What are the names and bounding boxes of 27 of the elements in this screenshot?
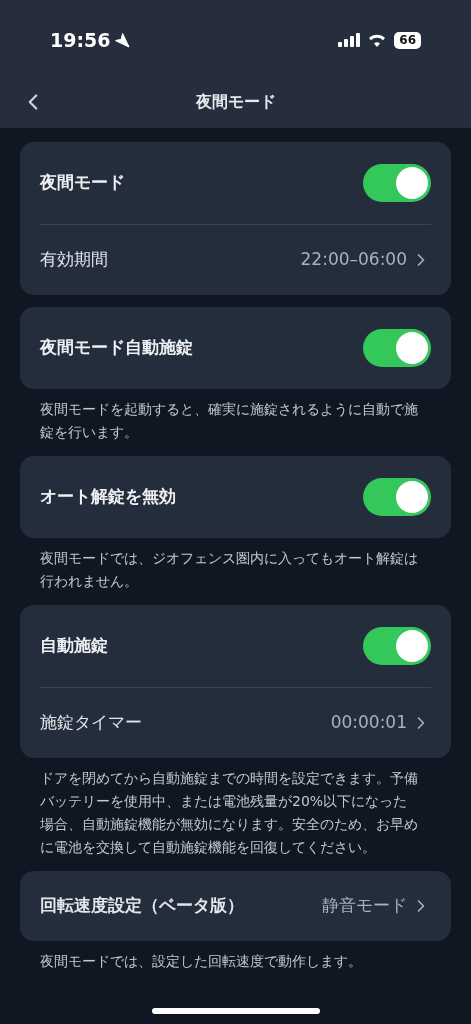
signal-icon (338, 33, 361, 47)
setting-row[interactable]: 回転速度設定（ベータ版） 静音モード (20, 871, 451, 941)
setting-label: 夜間モード (40, 171, 125, 195)
setting-label: オート解錠を無効 (40, 485, 176, 509)
setting-row[interactable]: 施錠タイマー 00:00:01 (20, 688, 451, 758)
toggle-switch[interactable] (363, 478, 431, 516)
toggle-switch[interactable] (363, 627, 431, 665)
setting-row[interactable]: 有効期間 22:00–06:00 (20, 225, 451, 295)
battery-indicator: 66 (394, 31, 421, 49)
setting-description: ドアを閉めてから自動施錠までの時間を設定できます。予備バッテリーを使用中、または電池残量が20%以下になった場合、自動施錠機能が無効になります。安全のため、お早めに電池を交換して自動施錠機能を回復してください。 (39, 769, 419, 857)
setting-value: 22:00–06:00 (300, 248, 407, 272)
location-icon (114, 32, 131, 48)
setting-description: 夜間モードでは、ジオフェンス圏内に入ってもオート解錠は行われません。 (39, 549, 419, 591)
setting-label: 回転速度設定（ベータ版） (40, 894, 244, 918)
toggle-switch[interactable] (363, 329, 431, 367)
setting-label: 施錠タイマー (40, 711, 142, 735)
wifi-icon (368, 33, 387, 47)
page-title: 夜間モード (195, 91, 276, 113)
setting-value: 静音モード (322, 894, 407, 918)
status-time: 19:56 (50, 27, 111, 53)
setting-value: 00:00:01 (330, 711, 407, 735)
setting-description: 夜間モードを起動すると、確実に施錠されるように自動で施錠を行います。 (39, 400, 419, 442)
toggle-switch[interactable] (363, 164, 431, 202)
setting-label: 有効期間 (40, 248, 108, 272)
setting-description: 夜間モードでは、設定した回転速度で動作します。 (39, 952, 363, 971)
setting-label: 自動施錠 (40, 634, 108, 658)
setting-label: 夜間モード自動施錠 (40, 336, 193, 360)
